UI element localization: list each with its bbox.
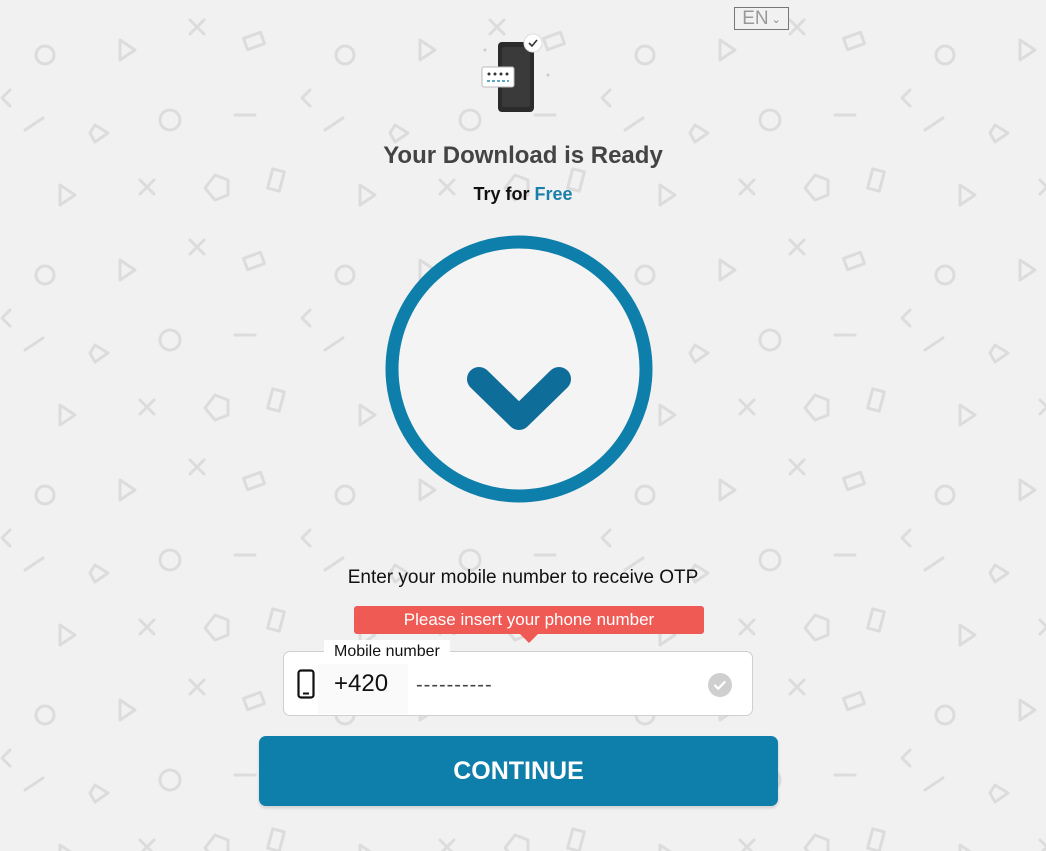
check-circle-icon bbox=[708, 673, 732, 697]
country-code: +420 bbox=[334, 670, 389, 697]
mobile-number-field: Mobile number +420 bbox=[283, 640, 753, 716]
otp-prompt: Enter your mobile number to receive OTP bbox=[347, 567, 699, 588]
phone-otp-illustration-icon bbox=[481, 33, 550, 112]
download-arrow-icon bbox=[385, 235, 653, 503]
language-label: EN bbox=[742, 7, 769, 29]
mobile-phone-icon bbox=[297, 669, 315, 699]
subtitle: Try for Free bbox=[0, 184, 1046, 205]
subtitle-accent: Free bbox=[534, 184, 573, 204]
phone-number-input[interactable] bbox=[414, 668, 698, 702]
page-title: Your Download is Ready bbox=[383, 142, 663, 169]
error-tooltip: Please insert your phone number bbox=[354, 606, 704, 643]
chevron-down-icon: ⌄ bbox=[771, 14, 781, 26]
continue-button[interactable]: CONTINUE bbox=[259, 736, 778, 806]
subtitle-prefix: Try for bbox=[473, 184, 530, 204]
field-label: Mobile number bbox=[324, 640, 450, 664]
language-select[interactable]: EN ⌄ bbox=[734, 7, 789, 30]
